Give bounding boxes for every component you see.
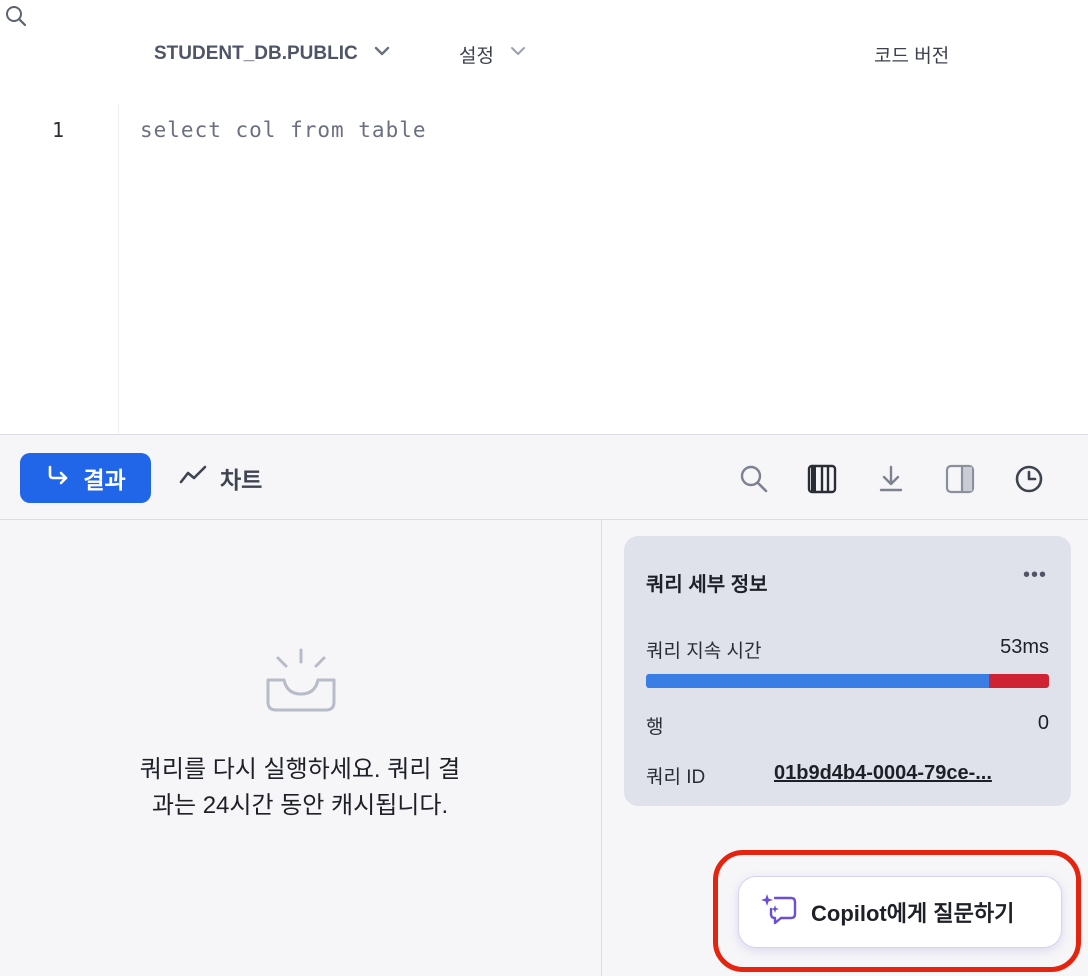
worksheet: STUDENT_DB.PUBLIC 설정 코드 버전 1 select col … [0, 0, 1088, 976]
settings-label: 설정 [459, 45, 494, 67]
duration-bar-other [988, 674, 1049, 688]
database-label: STUDENT_DB.PUBLIC [154, 43, 358, 64]
sparkle-chat-icon [761, 892, 797, 932]
empty-message-line: 과는 24시간 동안 캐시됩니다. [151, 792, 449, 819]
settings-dropdown[interactable]: 설정 [459, 38, 528, 70]
results-toolbar: 결과 차트 [0, 434, 1088, 520]
line-chart-icon [178, 463, 208, 493]
duration-bar-execution [646, 674, 989, 688]
tab-chart[interactable]: 차트 [178, 453, 262, 503]
code-version-button[interactable]: 코드 버전 [874, 38, 949, 70]
chevron-down-icon [372, 41, 392, 67]
empty-inbox-icon [262, 646, 340, 721]
rows-value: 0 [1037, 712, 1049, 734]
empty-results-message: 쿼리를 다시 실행하세요. 쿼리 결 과는 24시간 동안 캐시됩니다. [110, 752, 490, 824]
return-arrow-icon [45, 463, 71, 493]
database-selector[interactable]: STUDENT_DB.PUBLIC [154, 38, 392, 70]
line-number: 1 [52, 118, 65, 142]
query-id-label: 쿼리 ID [646, 767, 706, 788]
tab-chart-label: 차트 [220, 467, 263, 493]
side-panel-icon[interactable] [942, 461, 978, 497]
duration-label: 쿼리 지속 시간 [646, 641, 762, 662]
search-icon[interactable] [736, 461, 772, 497]
query-id-link[interactable]: 01b9d4b4-0004-79ce-... [774, 762, 1049, 785]
duration-value: 53ms [1000, 636, 1049, 658]
results-panel: 쿼리를 다시 실행하세요. 쿼리 결 과는 24시간 동안 캐시됩니다. 쿼리 … [0, 520, 1088, 976]
history-clock-icon[interactable] [1011, 461, 1047, 497]
search-icon[interactable] [0, 0, 32, 32]
code-line[interactable]: select col from table [140, 118, 427, 142]
chevron-down-icon [508, 41, 528, 67]
rows-label: 행 [646, 717, 664, 738]
panel-divider [601, 520, 602, 976]
tab-results-label: 결과 [83, 467, 126, 493]
tab-results[interactable]: 결과 [20, 453, 151, 503]
ask-copilot-button[interactable]: Copilot에게 질문하기 [738, 876, 1062, 948]
empty-message-line: 쿼리를 다시 실행하세요. 쿼리 결 [139, 756, 461, 783]
code-editor[interactable]: 1 select col from table [0, 104, 1088, 434]
more-options-icon[interactable]: ••• [1023, 564, 1047, 587]
card-title: 쿼리 세부 정보 [646, 574, 768, 596]
query-details-card: 쿼리 세부 정보 ••• 쿼리 지속 시간 53ms 행 0 쿼리 ID 01b… [624, 536, 1071, 806]
ask-copilot-label: Copilot에게 질문하기 [811, 901, 1015, 926]
columns-icon[interactable] [804, 461, 840, 497]
editor-toolbar: STUDENT_DB.PUBLIC 설정 코드 버전 [0, 0, 1088, 104]
code-version-label: 코드 버전 [874, 45, 950, 67]
duration-bar [646, 674, 1049, 688]
gutter-divider [118, 104, 119, 434]
download-icon[interactable] [873, 461, 909, 497]
